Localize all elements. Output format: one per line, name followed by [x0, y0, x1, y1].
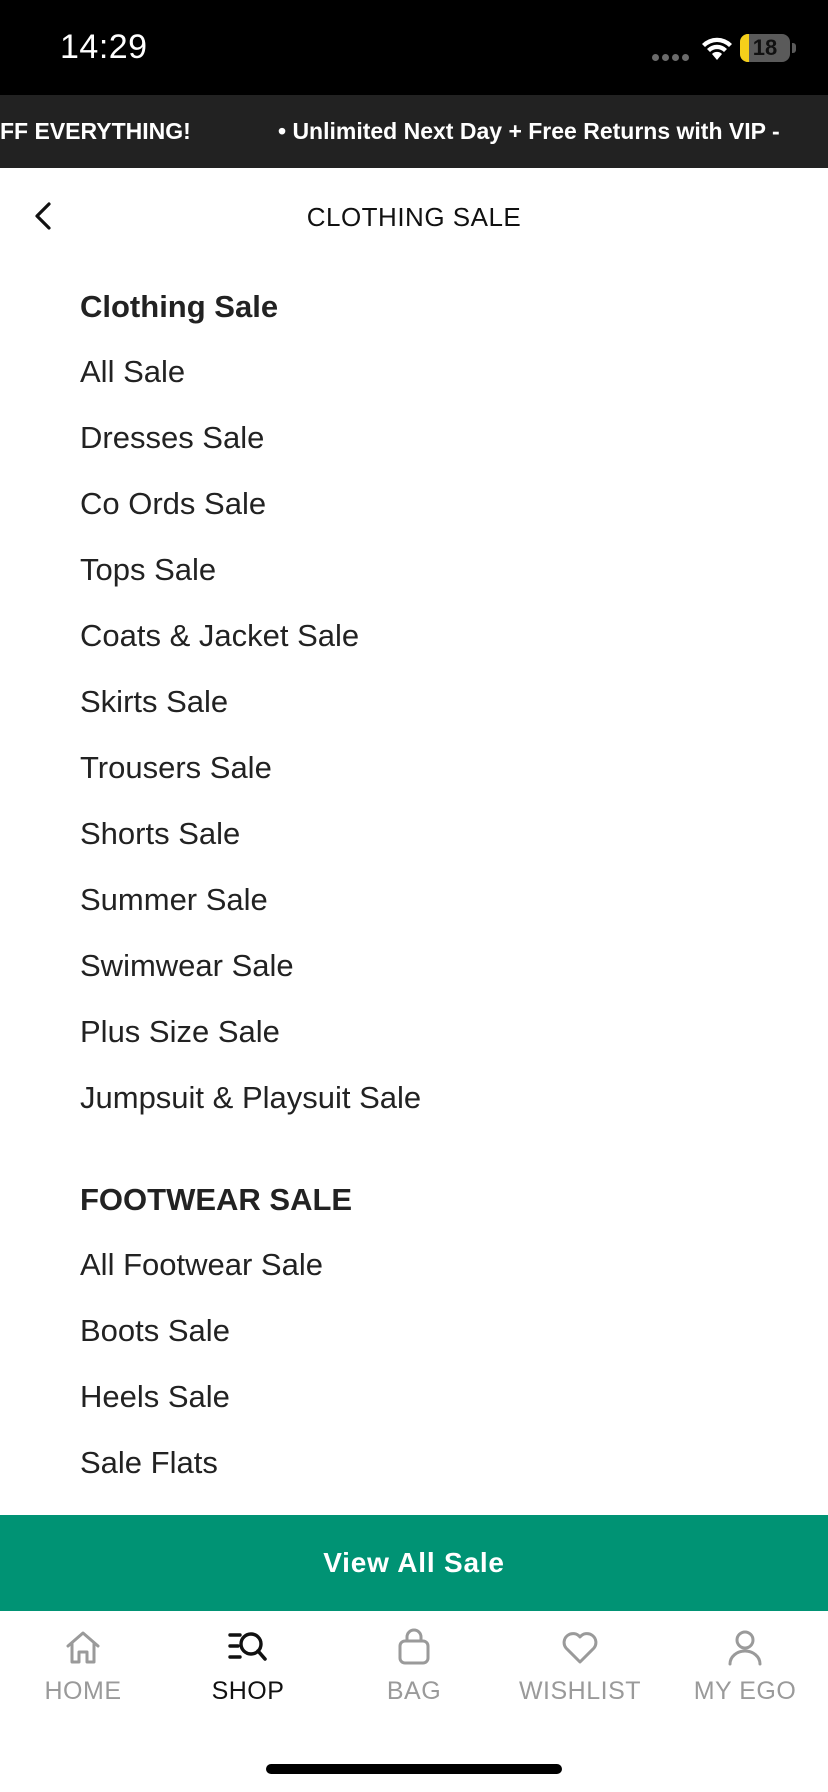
menu-item-summer-sale[interactable]: Summer Sale [80, 867, 780, 933]
menu-item-all-footwear-sale[interactable]: All Footwear Sale [80, 1232, 780, 1298]
battery-level: 18 [752, 35, 778, 60]
tab-my-ego[interactable]: MY EGO [662, 1611, 828, 1721]
menu-item-co-ords-sale[interactable]: Co Ords Sale [80, 471, 780, 537]
menu-item-trousers-sale[interactable]: Trousers Sale [80, 735, 780, 801]
page-title: CLOTHING SALE [306, 202, 522, 232]
menu-item-sale-flats[interactable]: Sale Flats [80, 1430, 780, 1496]
status-time: 14:29 [60, 28, 148, 66]
menu-item-coats-jacket-sale[interactable]: Coats & Jacket Sale [80, 603, 780, 669]
page-header: CLOTHING SALE [0, 168, 828, 264]
bag-icon [398, 1628, 430, 1665]
person-icon [728, 1630, 762, 1666]
menu-item-skirts-sale[interactable]: Skirts Sale [80, 669, 780, 735]
menu-item-boots-sale[interactable]: Boots Sale [80, 1298, 780, 1364]
promo-text-right: • Unlimited Next Day + Free Returns with… [278, 118, 780, 144]
tab-wishlist[interactable]: WISHLIST [497, 1611, 663, 1721]
menu-item-heels-sale[interactable]: Heels Sale [80, 1364, 780, 1430]
footwear-sale-list: All Footwear Sale Boots Sale Heels Sale … [80, 1232, 780, 1496]
cellular-signal-icon [652, 54, 689, 61]
battery-icon: 18 [740, 34, 790, 62]
clothing-sale-heading: Clothing Sale [80, 289, 279, 324]
tab-wishlist-label: WISHLIST [518, 1677, 642, 1705]
battery-tip [792, 43, 796, 53]
wifi-icon [702, 37, 732, 60]
promo-text-left: FF EVERYTHING! [0, 118, 191, 144]
menu-item-all-sale[interactable]: All Sale [80, 339, 780, 405]
footwear-sale-heading: FOOTWEAR SALE [80, 1182, 353, 1217]
view-all-sale-button[interactable]: View All Sale [0, 1515, 828, 1611]
menu-item-plus-size-sale[interactable]: Plus Size Sale [80, 999, 780, 1065]
sale-menu: Clothing Sale All Sale Dresses Sale Co O… [80, 264, 780, 1496]
tab-my-ego-label: MY EGO [693, 1677, 797, 1705]
tab-bag-label: BAG [386, 1677, 442, 1705]
menu-item-jumpsuit-playsuit-sale[interactable]: Jumpsuit & Playsuit Sale [80, 1065, 780, 1131]
tab-home-label: HOME [44, 1677, 122, 1705]
tab-bag[interactable]: BAG [331, 1611, 497, 1721]
menu-item-swimwear-sale[interactable]: Swimwear Sale [80, 933, 780, 999]
clothing-sale-list: All Sale Dresses Sale Co Ords Sale Tops … [80, 339, 780, 1131]
promo-ticker[interactable]: FF EVERYTHING! • Unlimited Next Day + Fr… [0, 95, 828, 168]
home-indicator [266, 1764, 562, 1774]
menu-item-shorts-sale[interactable]: Shorts Sale [80, 801, 780, 867]
heart-icon [562, 1632, 598, 1664]
status-bar: 14:29 18 [0, 0, 828, 95]
home-icon [66, 1631, 100, 1664]
menu-item-dresses-sale[interactable]: Dresses Sale [80, 405, 780, 471]
tab-shop[interactable]: SHOP [165, 1611, 331, 1721]
menu-item-tops-sale[interactable]: Tops Sale [80, 537, 780, 603]
tab-home[interactable]: HOME [0, 1611, 166, 1721]
tab-shop-label: SHOP [211, 1677, 285, 1705]
search-menu-icon [228, 1632, 267, 1661]
